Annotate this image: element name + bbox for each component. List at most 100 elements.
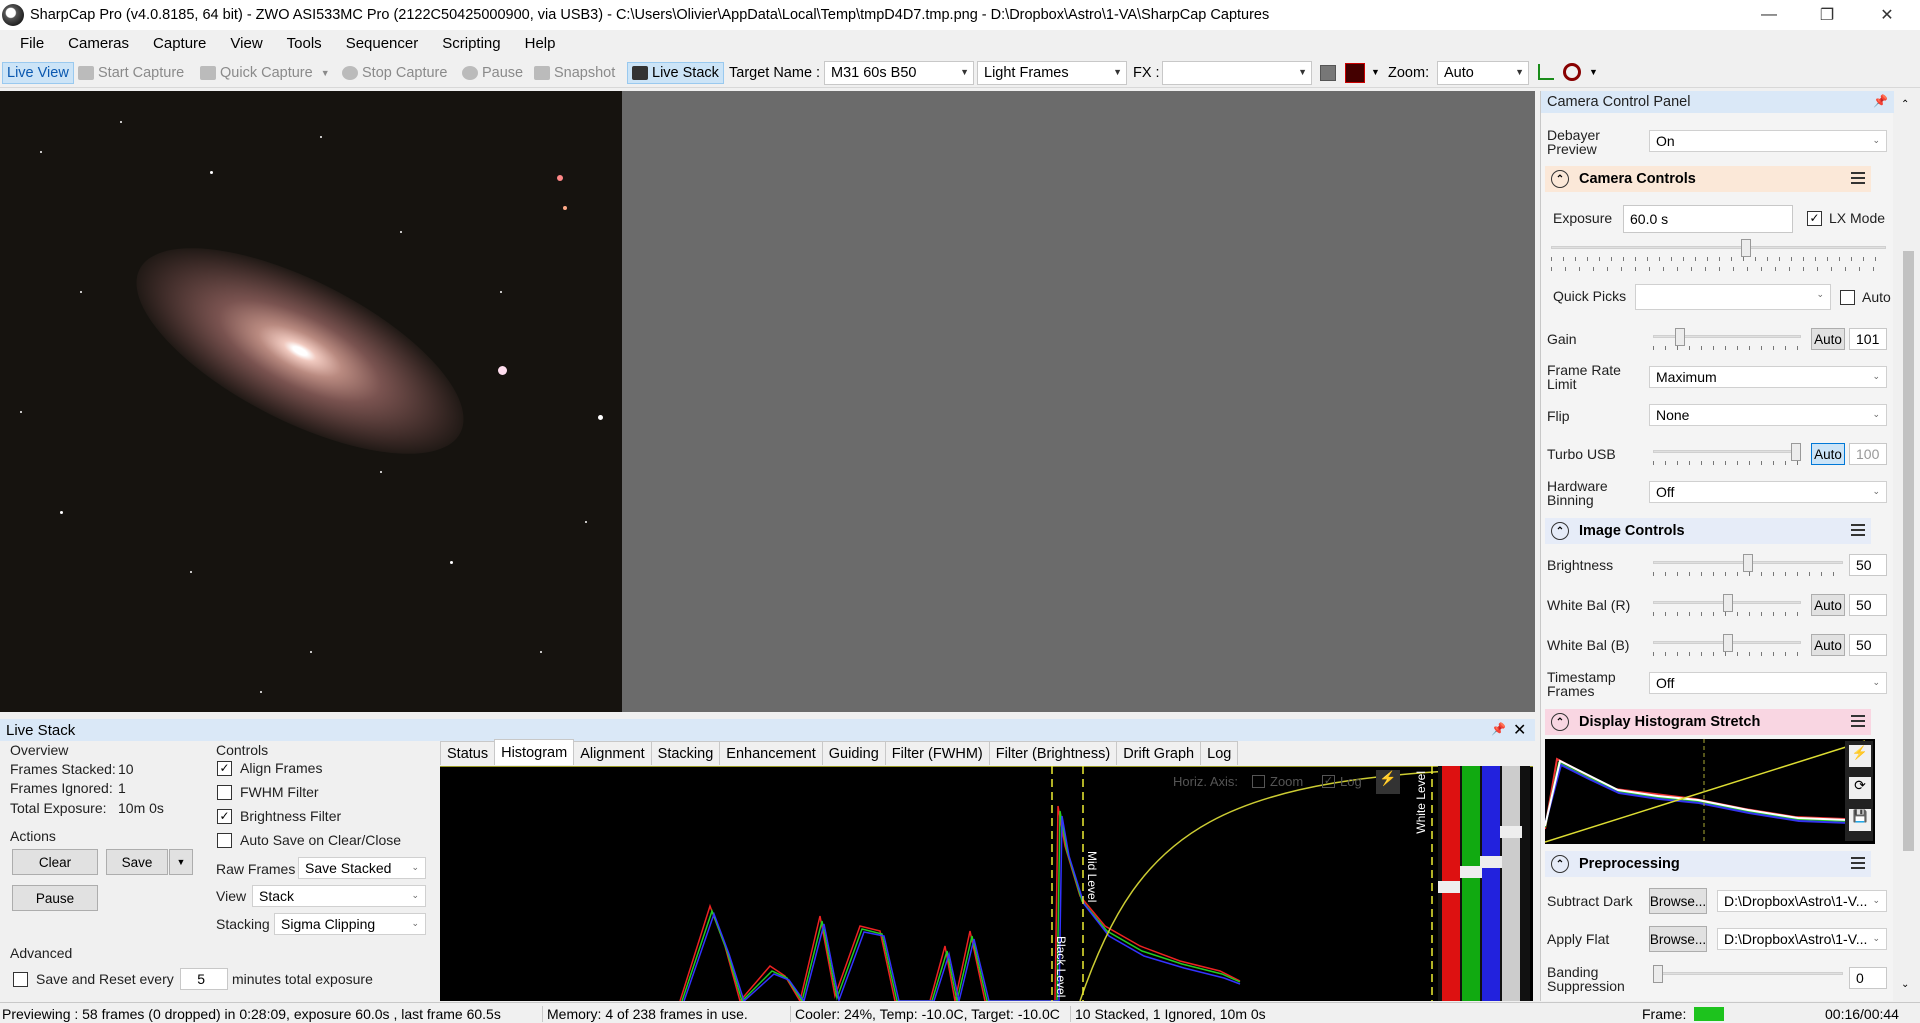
stacking-select[interactable]: Sigma Clipping ⌄ bbox=[274, 913, 426, 935]
pause-button[interactable]: Pause bbox=[12, 885, 98, 911]
subtract-dark-browse-button[interactable]: Browse... bbox=[1649, 888, 1707, 914]
collapse-icon[interactable]: ⌃ bbox=[1551, 713, 1569, 731]
exposure-slider[interactable] bbox=[1551, 239, 1886, 261]
tab-filter-brightness[interactable]: Filter (Brightness) bbox=[988, 741, 1118, 765]
tab-filter-fwhm[interactable]: Filter (FWHM) bbox=[884, 741, 990, 765]
tab-drift-graph[interactable]: Drift Graph bbox=[1116, 741, 1202, 765]
scrollbar-thumb[interactable] bbox=[1903, 251, 1914, 851]
lx-mode-checkbox[interactable]: ✓ bbox=[1807, 211, 1822, 226]
banding-suppression-slider[interactable] bbox=[1653, 965, 1843, 987]
histogram-icon[interactable] bbox=[1538, 64, 1554, 80]
close-icon[interactable]: ✕ bbox=[1513, 720, 1526, 740]
collapse-icon[interactable]: ⌃ bbox=[1551, 170, 1569, 188]
gain-slider-thumb[interactable] bbox=[1675, 328, 1685, 346]
red-slider-handle[interactable] bbox=[1438, 881, 1460, 893]
gain-slider[interactable] bbox=[1653, 328, 1801, 350]
level-sliders[interactable] bbox=[1438, 766, 1530, 1001]
image-view[interactable] bbox=[0, 91, 1535, 712]
view-select[interactable]: Stack ⌄ bbox=[252, 885, 426, 907]
exposure-input[interactable]: 60.0 s bbox=[1623, 205, 1793, 233]
tab-log[interactable]: Log bbox=[1200, 741, 1239, 765]
tab-status[interactable]: Status bbox=[440, 741, 496, 765]
blue-slider-handle[interactable] bbox=[1480, 856, 1502, 868]
collapse-icon[interactable]: ⌃ bbox=[1551, 855, 1569, 873]
scroll-down-icon[interactable]: ⌄ bbox=[1901, 979, 1909, 990]
save-stretch-icon[interactable]: 💾 bbox=[1849, 809, 1871, 831]
save-reset-checkbox[interactable] bbox=[13, 972, 28, 987]
pause-capture-button[interactable]: Pause bbox=[462, 62, 523, 84]
camera-controls-header[interactable]: ⌃ Camera Controls bbox=[1545, 166, 1871, 192]
white-bal-b-value[interactable]: 50 bbox=[1849, 634, 1887, 656]
tab-guiding[interactable]: Guiding bbox=[821, 741, 886, 765]
stop-capture-button[interactable]: Stop Capture bbox=[342, 62, 447, 84]
luma-slider-handle[interactable] bbox=[1500, 826, 1522, 838]
tab-histogram[interactable]: Histogram bbox=[494, 739, 575, 765]
stretch-histogram[interactable]: ⚡ ⟳ 💾 bbox=[1544, 739, 1875, 844]
turbo-usb-slider-thumb[interactable] bbox=[1791, 443, 1801, 461]
start-capture-button[interactable]: Start Capture bbox=[78, 62, 184, 84]
pin-icon[interactable]: 📌 bbox=[1491, 722, 1506, 736]
gain-value[interactable]: 101 bbox=[1849, 328, 1887, 350]
chevron-down-icon[interactable]: ▼ bbox=[1589, 67, 1598, 77]
save-button[interactable]: Save bbox=[106, 849, 168, 875]
chevron-down-icon[interactable]: ▼ bbox=[1371, 67, 1380, 77]
save-reset-minutes-input[interactable]: 5 bbox=[180, 968, 228, 990]
menu-tools[interactable]: Tools bbox=[275, 35, 334, 52]
scroll-up-icon[interactable]: ⌃ bbox=[1901, 99, 1909, 110]
menu-view[interactable]: View bbox=[218, 35, 274, 52]
auto-stretch-icon[interactable]: ⚡ bbox=[1849, 745, 1871, 767]
white-bal-r-slider-thumb[interactable] bbox=[1723, 594, 1733, 612]
tab-alignment[interactable]: Alignment bbox=[573, 741, 652, 765]
white-bal-r-slider[interactable] bbox=[1653, 594, 1801, 616]
flip-select[interactable]: None ⌄ bbox=[1649, 404, 1887, 426]
image-controls-header[interactable]: ⌃ Image Controls bbox=[1545, 518, 1871, 544]
menu-icon[interactable] bbox=[1851, 715, 1865, 727]
tab-stacking[interactable]: Stacking bbox=[650, 741, 721, 765]
panel-scrollbar[interactable]: ⌃ ⌄ bbox=[1897, 91, 1920, 1001]
quick-picks-auto-checkbox[interactable] bbox=[1840, 290, 1855, 305]
raw-frames-select[interactable]: Save Stacked ⌄ bbox=[298, 857, 426, 879]
histogram-stretch-header[interactable]: ⌃ Display Histogram Stretch bbox=[1545, 709, 1871, 735]
gain-auto-button[interactable]: Auto bbox=[1811, 328, 1845, 350]
debayer-select[interactable]: On ⌄ bbox=[1649, 130, 1887, 152]
snapshot-button[interactable]: Snapshot bbox=[534, 62, 615, 84]
log-checkbox[interactable]: ✓ bbox=[1322, 775, 1335, 788]
pin-icon[interactable]: 📌 bbox=[1873, 94, 1888, 108]
quick-capture-button[interactable]: Quick Capture ▼ bbox=[200, 62, 330, 84]
brightness-slider[interactable] bbox=[1653, 554, 1843, 576]
reset-stretch-icon[interactable]: ⟳ bbox=[1849, 777, 1871, 799]
frame-type-select[interactable]: Light Frames ▼ bbox=[977, 61, 1127, 85]
color-swatch-icon[interactable] bbox=[1320, 65, 1336, 81]
menu-file[interactable]: File bbox=[8, 35, 56, 52]
align-frames-checkbox[interactable]: ✓ bbox=[217, 761, 232, 776]
live-stack-button[interactable]: Live Stack bbox=[627, 62, 724, 84]
quick-picks-select[interactable]: ⌄ bbox=[1635, 284, 1831, 310]
brightness-filter-checkbox[interactable]: ✓ bbox=[217, 809, 232, 824]
live-view-button[interactable]: Live View bbox=[2, 62, 74, 84]
apply-flat-select[interactable]: D:\Dropbox\Astro\1-V... ⌄ bbox=[1717, 928, 1887, 950]
fx-select[interactable]: ▼ bbox=[1162, 61, 1312, 85]
menu-sequencer[interactable]: Sequencer bbox=[334, 35, 431, 52]
menu-help[interactable]: Help bbox=[513, 35, 568, 52]
auto-stretch-icon[interactable]: ⚡ bbox=[1376, 770, 1400, 794]
brightness-slider-thumb[interactable] bbox=[1743, 554, 1753, 572]
green-slider-handle[interactable] bbox=[1460, 866, 1482, 878]
banding-suppression-value[interactable]: 0 bbox=[1849, 967, 1887, 989]
stack-histogram[interactable]: Black Level Mid Level White Level Horiz.… bbox=[440, 766, 1533, 1001]
white-bal-b-slider[interactable] bbox=[1653, 634, 1801, 656]
brightness-value[interactable]: 50 bbox=[1849, 554, 1887, 576]
zoom-checkbox[interactable] bbox=[1252, 775, 1265, 788]
preprocessing-header[interactable]: ⌃ Preprocessing bbox=[1545, 851, 1871, 877]
white-bal-b-auto-button[interactable]: Auto bbox=[1811, 634, 1845, 656]
target-name-input[interactable]: M31 60s B50 ▼ bbox=[824, 61, 974, 85]
white-bal-r-auto-button[interactable]: Auto bbox=[1811, 594, 1845, 616]
white-bal-b-slider-thumb[interactable] bbox=[1723, 634, 1733, 652]
menu-capture[interactable]: Capture bbox=[141, 35, 218, 52]
menu-icon[interactable] bbox=[1851, 857, 1865, 869]
menu-icon[interactable] bbox=[1851, 172, 1865, 184]
focus-tools-icon[interactable] bbox=[1563, 63, 1581, 81]
restore-button[interactable]: ❐ bbox=[1798, 0, 1856, 30]
reticle-icon[interactable] bbox=[1345, 63, 1365, 83]
turbo-usb-auto-button[interactable]: Auto bbox=[1811, 443, 1845, 465]
timestamp-frames-select[interactable]: Off ⌄ bbox=[1649, 672, 1887, 694]
